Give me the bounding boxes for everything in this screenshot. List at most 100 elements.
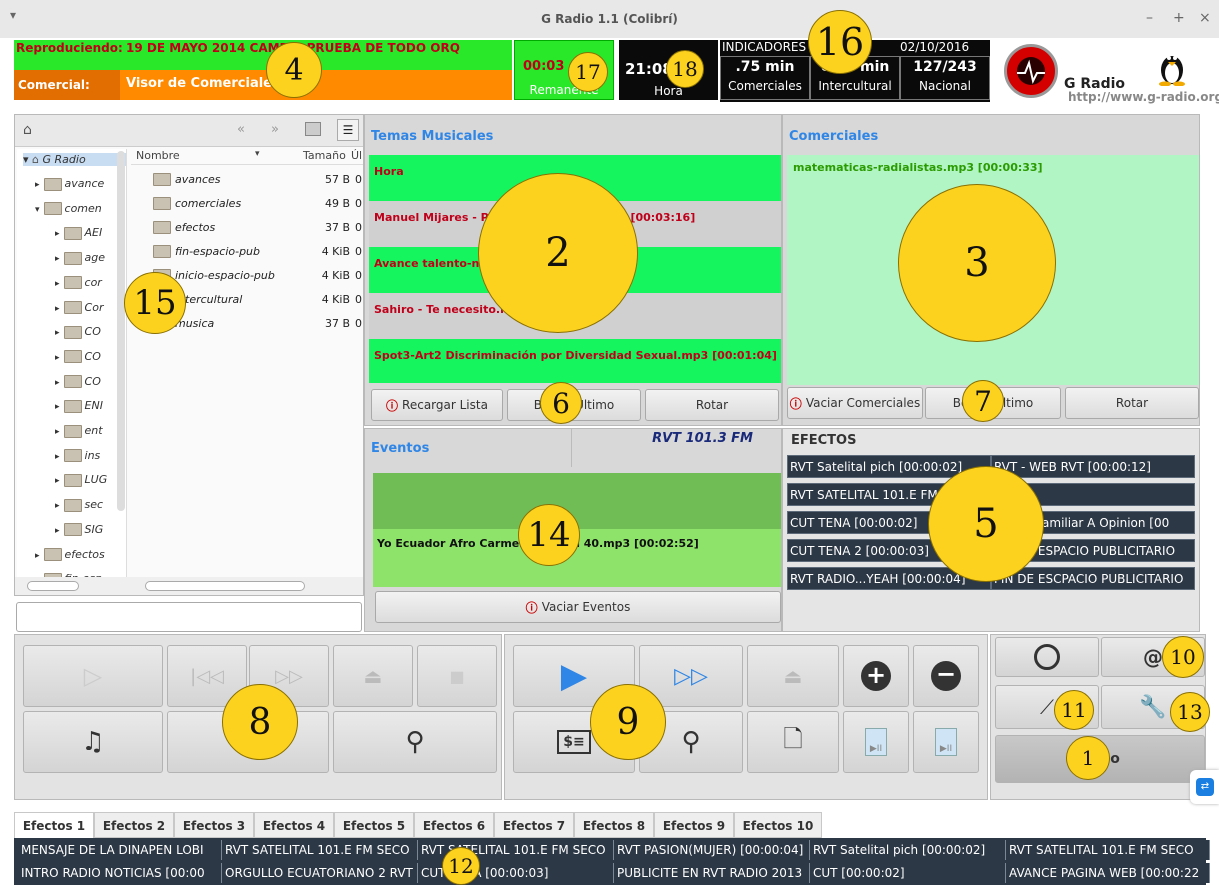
back-icon[interactable]: « <box>237 122 245 137</box>
list-item[interactable]: Spot3-Art2 Discriminación por Diversidad… <box>369 339 781 383</box>
search-button[interactable]: ⚲ <box>333 711 497 773</box>
tree-item[interactable]: ▾ comen <box>35 202 102 216</box>
tree-item[interactable]: ▸ sec <box>55 498 103 512</box>
tab-effects-5[interactable]: Efectos 5 <box>334 812 414 838</box>
tree-item[interactable]: ▸ LUG <box>55 473 107 487</box>
folder-icon <box>63 473 82 487</box>
browser-hscroll <box>15 577 363 595</box>
at-icon: @ <box>1143 645 1163 669</box>
minimize-icon[interactable]: – <box>1146 10 1153 26</box>
play-button[interactable]: ▷ <box>23 645 163 707</box>
col-modified[interactable]: Úl <box>351 149 362 162</box>
alert-icon: ⓘ <box>525 600 538 615</box>
tree-item[interactable]: ▸ CO <box>55 375 101 389</box>
callout-2: 2 <box>478 173 638 333</box>
search-input[interactable] <box>16 602 362 632</box>
eject-button-2[interactable]: ⏏ <box>747 645 839 707</box>
expander-icon: ▸ <box>55 328 60 339</box>
tree-item[interactable]: ▸ ent <box>55 424 103 438</box>
expander-icon: ▸ <box>55 427 60 437</box>
callout-1: 1 <box>1066 736 1110 780</box>
indicator-national: 127/243 Nacional <box>900 56 990 100</box>
effect-cell[interactable]: CUT [00:00:02] <box>810 863 1006 883</box>
rotate-button[interactable]: Rotar <box>645 389 779 421</box>
tree-item[interactable]: ▸ Cor <box>55 301 103 314</box>
close-icon[interactable]: × <box>1199 10 1211 26</box>
empty-commercials-button[interactable]: ⓘ Vaciar Comerciales <box>787 387 923 419</box>
col-size[interactable]: Tamaño <box>303 149 346 162</box>
tab-effects-8[interactable]: Efectos 8 <box>574 812 654 838</box>
tab-effects-4[interactable]: Efectos 4 <box>254 812 334 838</box>
music-note-button[interactable]: ♫ <box>23 711 163 773</box>
tab-effects-3[interactable]: Efectos 3 <box>174 812 254 838</box>
tree-item[interactable]: ▸ cor <box>55 276 102 290</box>
tab-effects-10[interactable]: Efectos 10 <box>734 812 822 838</box>
tree-item[interactable]: ▸ CO <box>55 350 101 364</box>
alert-icon: ⓘ <box>789 396 802 411</box>
effect-cell[interactable]: MENSAJE DE LA DINAPEN LOBI <box>18 840 222 860</box>
empty-events-button[interactable]: ⓘ Vaciar Eventos <box>375 591 781 623</box>
tree-root[interactable]: ▾ ⌂ G Radio <box>23 153 126 166</box>
effect-cell[interactable]: ORGULLO ECUATORIANO 2 RVT <box>222 863 418 883</box>
tree-item[interactable]: ▸ ins <box>55 449 100 463</box>
brand-url[interactable]: http://www.g-radio.org <box>1068 90 1219 104</box>
tab-effects-1[interactable]: Efectos 1 <box>14 812 94 838</box>
tab-effects-9[interactable]: Efectos 9 <box>654 812 734 838</box>
play-pause-thumb-2[interactable]: ▶II <box>913 711 979 773</box>
rotate-commercials-button[interactable]: Rotar <box>1065 387 1199 419</box>
tab-effects-6[interactable]: Efectos 6 <box>414 812 494 838</box>
tree-item[interactable]: ▸ avance <box>35 177 104 191</box>
tree-item[interactable]: ▸ ENI <box>55 399 103 413</box>
tree-scrollbar[interactable] <box>117 151 125 511</box>
search-icon: ⚲ <box>681 727 701 757</box>
clock-button[interactable] <box>995 637 1099 677</box>
tab-effects-7[interactable]: Efectos 7 <box>494 812 574 838</box>
tab-effects-2[interactable]: Efectos 2 <box>94 812 174 838</box>
tree-item[interactable]: ▸ age <box>55 251 105 265</box>
playing-value: 19 DE MAYO 2014 CAMBIA PRUEBA DE TODO OR… <box>126 41 460 55</box>
tree-item[interactable]: ▸ AEI <box>55 226 102 240</box>
callout-16: 16 <box>808 10 872 74</box>
file-row[interactable]: musica 37 B0 <box>153 315 367 335</box>
file-row[interactable]: inicio-espacio-pub 4 KiB 0 <box>153 267 367 287</box>
effect-cell[interactable]: RVT Satelital pich [00:00:02] <box>810 840 1006 860</box>
list-item[interactable]: matematicas-radialistas.mp3 [00:00:33] <box>793 161 1043 174</box>
file-row[interactable]: comerciales 49 B0 <box>153 195 367 215</box>
effect-cell[interactable]: INTRO RADIO NOTICIAS [00:00 <box>18 863 222 883</box>
browser-toolbar: ⌂ « » ☰ <box>15 115 363 147</box>
tree-item[interactable]: ▸ CO <box>55 325 101 339</box>
effect-cell[interactable]: RVT SATELITAL 101.E FM SECO <box>1006 840 1210 860</box>
play-pause-thumb-1[interactable]: ▶II <box>843 711 909 773</box>
add-button[interactable]: + <box>843 645 909 707</box>
wrench-icon: 🔧 <box>1139 694 1167 720</box>
effect-cell[interactable]: FIN DE ESCPACIO PUBLICITARIO <box>991 567 1195 590</box>
effect-cell[interactable]: RVT SATELITAL 101.E FM SECO <box>222 840 418 860</box>
list-view-icon[interactable]: ☰ <box>337 119 359 141</box>
file-row[interactable]: efectos 37 B0 <box>153 219 367 239</box>
effect-cell[interactable]: PUBLICITE EN RVT RADIO 2013 <box>614 863 810 883</box>
eject-button[interactable]: ⏏ <box>333 645 413 707</box>
file-row[interactable]: avances 57 B0 <box>153 171 367 191</box>
maximize-icon[interactable]: + <box>1173 10 1185 26</box>
effect-cell[interactable]: RVT PASION(MUJER) [00:00:04] <box>614 840 810 860</box>
callout-15: 15 <box>124 272 186 334</box>
play-icon: ▶ <box>560 656 588 696</box>
sort-chevron-icon: ▾ <box>255 149 260 159</box>
list-hscroll-thumb[interactable] <box>145 581 305 591</box>
home-icon[interactable]: ⌂ <box>23 122 32 138</box>
reload-list-button[interactable]: ⓘ Recargar Lista <box>371 389 503 421</box>
stop-button[interactable]: ■ <box>417 645 497 707</box>
tree-hscroll-thumb[interactable] <box>27 581 79 591</box>
effect-cell[interactable]: AVANCE PAGINA WEB [00:00:22 <box>1006 863 1210 883</box>
file-row[interactable]: fin-espacio-pub 4 KiB 0 <box>153 243 367 263</box>
teamviewer-icon[interactable]: ⇄ <box>1190 770 1219 804</box>
tree-item[interactable]: ▸ efectos <box>35 548 105 561</box>
image-view-icon[interactable] <box>305 122 321 136</box>
remove-file-button[interactable]: 🗋 <box>747 711 839 773</box>
effect-cell[interactable]: RVT - WEB RVT [00:00:12] <box>991 455 1195 478</box>
remove-button[interactable]: − <box>913 645 979 707</box>
tree-item[interactable]: ▸ SIG <box>55 523 103 537</box>
col-name[interactable]: Nombre <box>136 149 180 162</box>
forward-icon[interactable]: » <box>271 122 279 137</box>
folder-icon <box>153 173 171 186</box>
